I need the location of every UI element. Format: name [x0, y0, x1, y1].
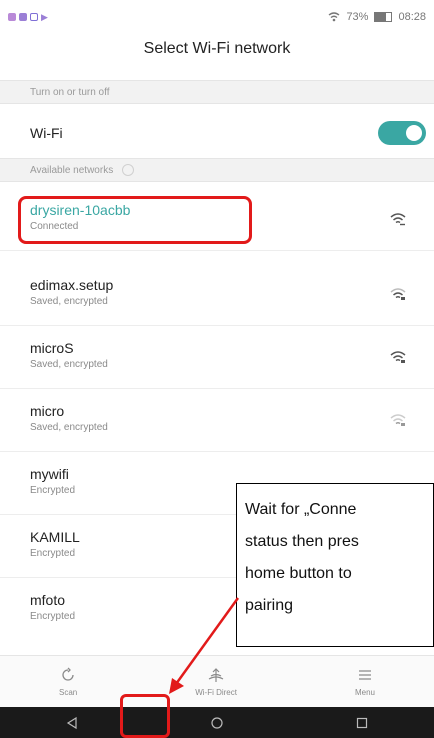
home-circle-icon	[211, 716, 223, 729]
menu-button[interactable]: Menu	[355, 667, 375, 697]
callout-line: home button to	[245, 565, 352, 582]
network-name: mywifi	[30, 466, 69, 482]
network-name: mfoto	[30, 592, 66, 608]
wifi-direct-button[interactable]: Wi-Fi Direct	[195, 667, 237, 697]
network-status: Saved, encrypted	[30, 422, 108, 433]
network-status: Saved, encrypted	[30, 296, 108, 307]
network-item[interactable]: microS Saved, encrypted	[0, 326, 434, 389]
network-item[interactable]: micro Saved, encrypted	[0, 389, 434, 452]
recents-square-icon	[356, 717, 367, 728]
loading-spinner-icon	[121, 164, 134, 177]
clock: 08:28	[398, 11, 426, 23]
network-status: Encrypted	[30, 548, 76, 559]
back-triangle-icon	[67, 716, 77, 729]
wifi-direct-icon	[208, 668, 224, 682]
recents-button[interactable]	[347, 708, 377, 738]
app-notification-icon	[8, 13, 16, 21]
section-header-available: Available networks	[0, 158, 434, 182]
scan-button[interactable]: Scan	[59, 667, 77, 697]
back-button[interactable]	[57, 708, 87, 738]
callout-line: pairing	[245, 597, 294, 614]
wifi-signal-weak-icon	[390, 414, 406, 426]
network-name: drysiren-10acbb	[30, 202, 131, 218]
battery-percent: 73%	[346, 11, 369, 23]
network-name: edimax.setup	[30, 277, 114, 293]
system-status: 73% 08:28	[328, 11, 426, 23]
system-navigation-bar	[0, 707, 434, 738]
network-name: KAMILL	[30, 529, 80, 545]
scan-label: Scan	[58, 688, 78, 697]
play-icon: ▶	[41, 11, 48, 22]
wifi-status-icon	[329, 12, 340, 22]
app-notification-icon	[19, 13, 27, 21]
refresh-icon	[62, 667, 74, 681]
section-header-toggle: Turn on or turn off	[0, 80, 434, 104]
menu-icon	[358, 670, 371, 680]
wifi-toggle-switch[interactable]	[378, 121, 426, 145]
app-notification-icon	[30, 13, 38, 21]
network-status: Encrypted	[30, 485, 76, 496]
callout-line: status then pres	[245, 533, 359, 550]
notification-icons: ▶	[8, 12, 48, 23]
callout-line: Wait for „Conne	[245, 501, 357, 518]
available-networks-label: Available networks	[30, 165, 114, 176]
menu-label: Menu	[354, 688, 375, 697]
wifi-signal-locked-icon	[390, 288, 406, 300]
wifi-direct-label: Wi-Fi Direct	[195, 688, 237, 697]
wifi-toggle-row[interactable]: Wi-Fi	[0, 112, 434, 154]
status-bar: ▶ 73% 08:28	[0, 0, 434, 34]
network-status: Encrypted	[30, 611, 76, 622]
wifi-signal-locked-icon	[390, 351, 406, 363]
page-title: Select Wi-Fi network	[143, 40, 291, 57]
wifi-signal-full-icon	[390, 213, 406, 226]
network-item[interactable]: edimax.setup Saved, encrypted	[0, 263, 434, 326]
network-status: Saved, encrypted	[30, 359, 108, 370]
bottom-toolbar: Scan Wi-Fi Direct Menu	[0, 655, 434, 708]
battery-icon	[374, 12, 393, 22]
instruction-callout: Wait for „Conne status then pres home bu…	[236, 483, 434, 647]
network-name: micro	[30, 403, 65, 419]
network-item[interactable]: drysiren-10acbb Connected	[0, 188, 434, 251]
wifi-label: Wi-Fi	[30, 125, 63, 141]
network-status: Connected	[30, 221, 79, 232]
home-button[interactable]	[202, 708, 232, 738]
network-name: microS	[30, 340, 74, 356]
